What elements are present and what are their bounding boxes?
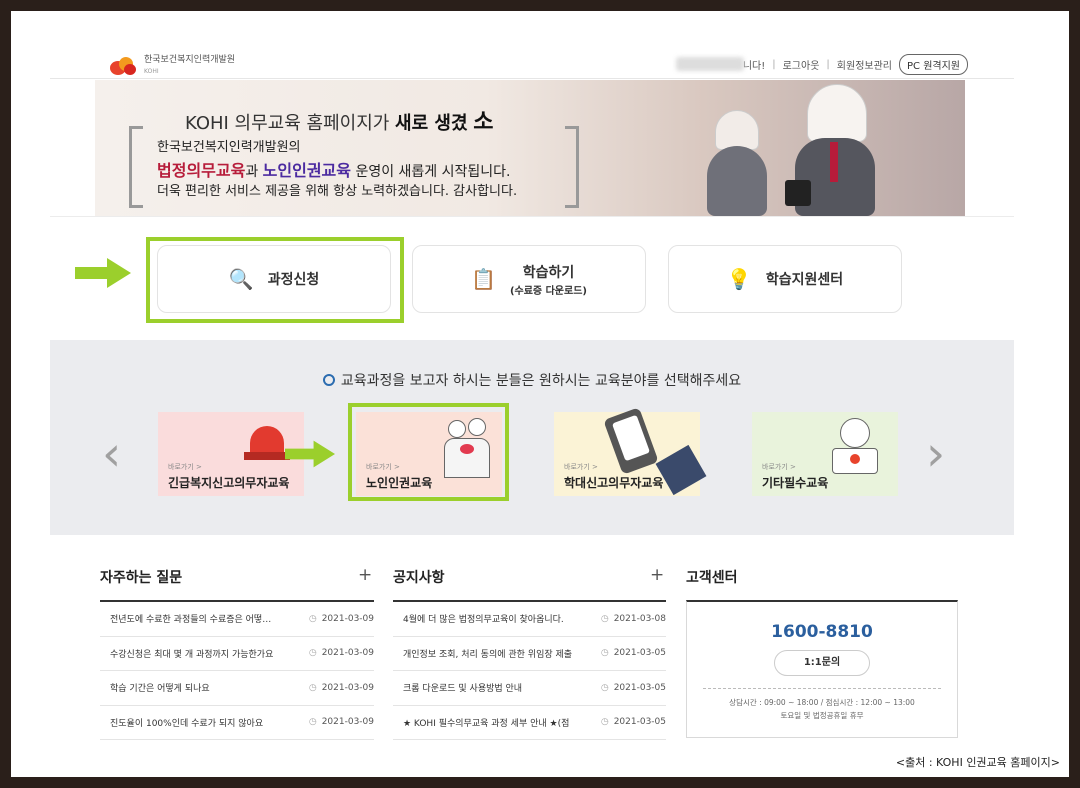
clock-icon: ◷ [308,682,317,693]
phone-number: 1600-8810 [771,622,873,642]
banner-line-1: 한국보건복지인력개발원의 [157,140,301,155]
separator: | [772,58,776,70]
separator: | [826,58,830,70]
list-item[interactable]: 개인정보 조회, 처리 동의에 관한 위임장 제출 ◷ 2021-03-05 [393,637,666,671]
pointer-arrow-icon [285,440,335,468]
customer-center-box: 1600-8810 1:1문의 상담시간 : 09:00 ~ 18:00 / 점… [686,600,958,738]
logout-link[interactable]: 로그아웃 [783,57,820,72]
list-item[interactable]: 수강신청은 최대 몇 개 과정까지 가능한가요 ◷ 2021-03-09 [100,637,374,671]
user-menu: 니다! | 로그아웃 | 회원정보관리 PC 원격지원 [675,53,968,75]
notice-list: 4월에 더 많은 법정의무교육이 찾아옵니다. ◷ 2021-03-08 개인정보 … [393,600,666,740]
bracket-left [129,126,143,208]
notice-more-button[interactable]: + [650,565,664,585]
list-item[interactable]: 진도율이 100%인데 수료가 되지 않아요 ◷ 2021-03-09 [100,706,374,740]
divider [703,688,941,689]
clock-icon: ◷ [600,717,609,728]
pc-remote-support-button[interactable]: PC 원격지원 [899,53,968,75]
list-item[interactable]: 전년도에 수료한 과정들의 수료증은 어떻… ◷ 2021-03-09 [100,602,374,637]
card-emergency-welfare[interactable]: 바로가기 > 긴급복지신고의무자교육 [158,412,304,496]
clock-icon: ◷ [308,717,317,728]
card-abuse-report[interactable]: 바로가기 > 학대신고의무자교육 [554,407,707,496]
clock-icon: ◷ [308,648,317,659]
faq-more-button[interactable]: + [358,565,372,585]
carousel-prev-button[interactable]: ‹ [102,430,121,478]
study-button[interactable]: 📋 학습하기 (수료증 다운로드) [412,245,646,313]
blurred-username [675,57,744,71]
list-item[interactable]: 4월에 더 많은 법정의무교육이 찾아옵니다. ◷ 2021-03-08 [393,602,666,637]
education-field-section: 교육과정을 보고자 하시는 분들은 원하시는 교육분야를 선택해주세요 ‹ › … [50,340,1014,535]
clock-icon: ◷ [600,648,609,659]
clock-icon: ◷ [308,613,317,624]
hero-banner[interactable]: KOHI 의무교육 홈페이지가 새로 생겼 소 한국보건복지인력개발원의 법정의… [95,80,965,216]
faq-title: 자주하는 질문 [100,570,183,586]
greeting-text: 니다! [742,60,766,72]
service-hours: 상담시간 : 09:00 ~ 18:00 / 점심시간 : 12:00 ~ 13… [729,698,915,720]
list-item[interactable]: 크롬 다운로드 및 사용방법 안내 ◷ 2021-03-05 [393,671,666,706]
clock-icon: ◷ [600,682,609,693]
faq-list: 전년도에 수료한 과정들의 수료증은 어떻… ◷ 2021-03-09 수강신청은 … [100,600,374,740]
clock-icon: ◷ [600,613,609,624]
pointer-arrow-icon [75,258,131,288]
member-info-link[interactable]: 회원정보관리 [837,57,892,72]
highlight-box [348,403,509,501]
clipboard-icon: 📋 [471,267,496,291]
list-item[interactable]: 학습 기간은 어떻게 되나요 ◷ 2021-03-09 [100,671,374,706]
inquiry-button[interactable]: 1:1문의 [774,650,870,676]
divider [50,216,1014,217]
circle-bullet-icon [322,374,335,386]
top-bar: 한국보건복지인력개발원 KOHI 니다! | 로그아웃 | 회원정보관리 PC … [50,49,1014,79]
site-logo[interactable]: 한국보건복지인력개발원 KOHI [110,55,260,77]
source-caption: <출처 : KOHI 인권교육 홈페이지> [895,756,1060,769]
learning-support-button[interactable]: 💡 학습지원센터 [668,245,902,313]
carousel-next-button[interactable]: › [926,430,945,478]
list-item[interactable]: ★ KOHI 필수의무교육 과정 세부 안내 ★(점 ◷ 2021-03-05 [393,706,666,740]
notice-title: 공지사항 [393,570,445,586]
bracket-right [565,126,579,208]
section-prompt: 교육과정을 보고자 하시는 분들은 원하시는 교육분야를 선택해주세요 [50,370,1014,390]
lightbulb-icon: 💡 [726,267,752,291]
banner-logo-glyph: 소 [473,110,494,135]
logo-mark-icon [110,57,138,75]
customer-center-title: 고객센터 [686,570,738,586]
highlight-box [146,237,404,323]
card-other-required[interactable]: 바로가기 > 기타필수교육 [752,412,898,496]
banner-headline: KOHI 의무교육 홈페이지가 새로 생겼 소 [185,110,494,135]
banner-line-3: 더욱 편리한 서비스 제공을 위해 항상 노력하겠습니다. 감사합니다. [157,184,518,199]
banner-line-2: 법정의무교육과 노인인권교육 운영이 새롭게 시작됩니다. [157,161,511,180]
logo-text: 한국보건복지인력개발원 KOHI [144,55,236,75]
